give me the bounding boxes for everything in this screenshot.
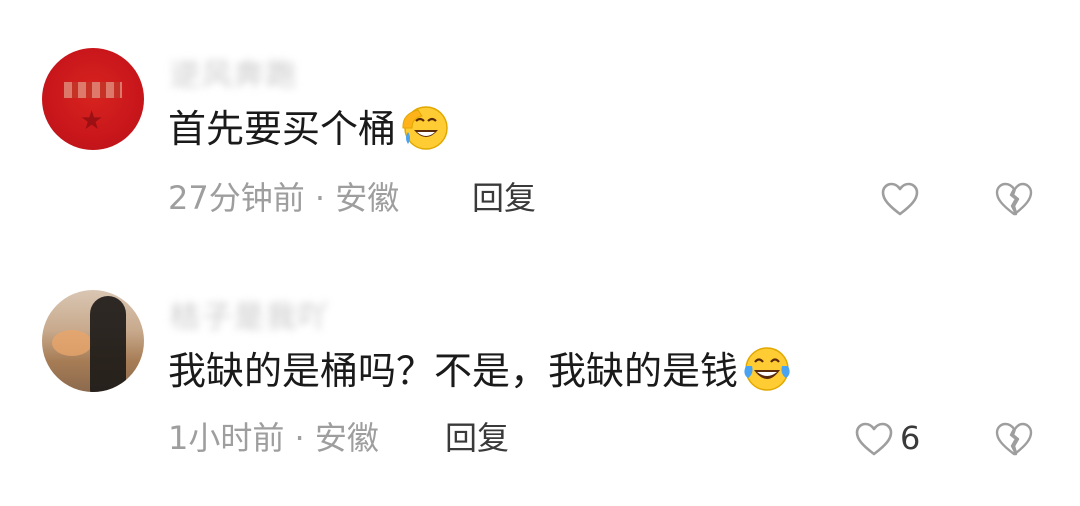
broken-heart-icon[interactable] bbox=[994, 180, 1034, 220]
avatar-figure bbox=[90, 296, 126, 392]
username[interactable]: 逆风奔跑 bbox=[170, 50, 298, 93]
avatar-background bbox=[52, 330, 92, 356]
username[interactable]: 桔子是我吖 bbox=[170, 292, 330, 335]
heart-icon[interactable] bbox=[854, 420, 894, 460]
comment-text: 首先要买个桶 bbox=[168, 102, 450, 154]
face-with-tears-of-joy-icon bbox=[744, 347, 790, 391]
face-with-hand-over-laughing-icon bbox=[402, 106, 448, 150]
reply-button[interactable]: 回复 bbox=[445, 418, 509, 458]
star-icon: ★ bbox=[80, 106, 104, 136]
avatar[interactable] bbox=[42, 290, 144, 392]
broken-heart-icon[interactable] bbox=[994, 420, 1034, 460]
like-count: 6 bbox=[900, 419, 921, 457]
comment-meta: 27分钟前 · 安徽 bbox=[168, 179, 400, 217]
heart-icon[interactable] bbox=[880, 180, 920, 220]
comment-body: 首先要买个桶 bbox=[168, 107, 397, 151]
comment-meta: 1小时前 · 安徽 bbox=[168, 419, 379, 457]
avatar[interactable]: ★ bbox=[42, 48, 144, 150]
avatar-mosaic bbox=[64, 82, 122, 98]
comment-body: 我缺的是桶吗？不是，我缺的是钱 bbox=[168, 349, 739, 393]
comment-text: 我缺的是桶吗？不是，我缺的是钱 bbox=[168, 344, 792, 396]
reply-button[interactable]: 回复 bbox=[472, 178, 536, 218]
